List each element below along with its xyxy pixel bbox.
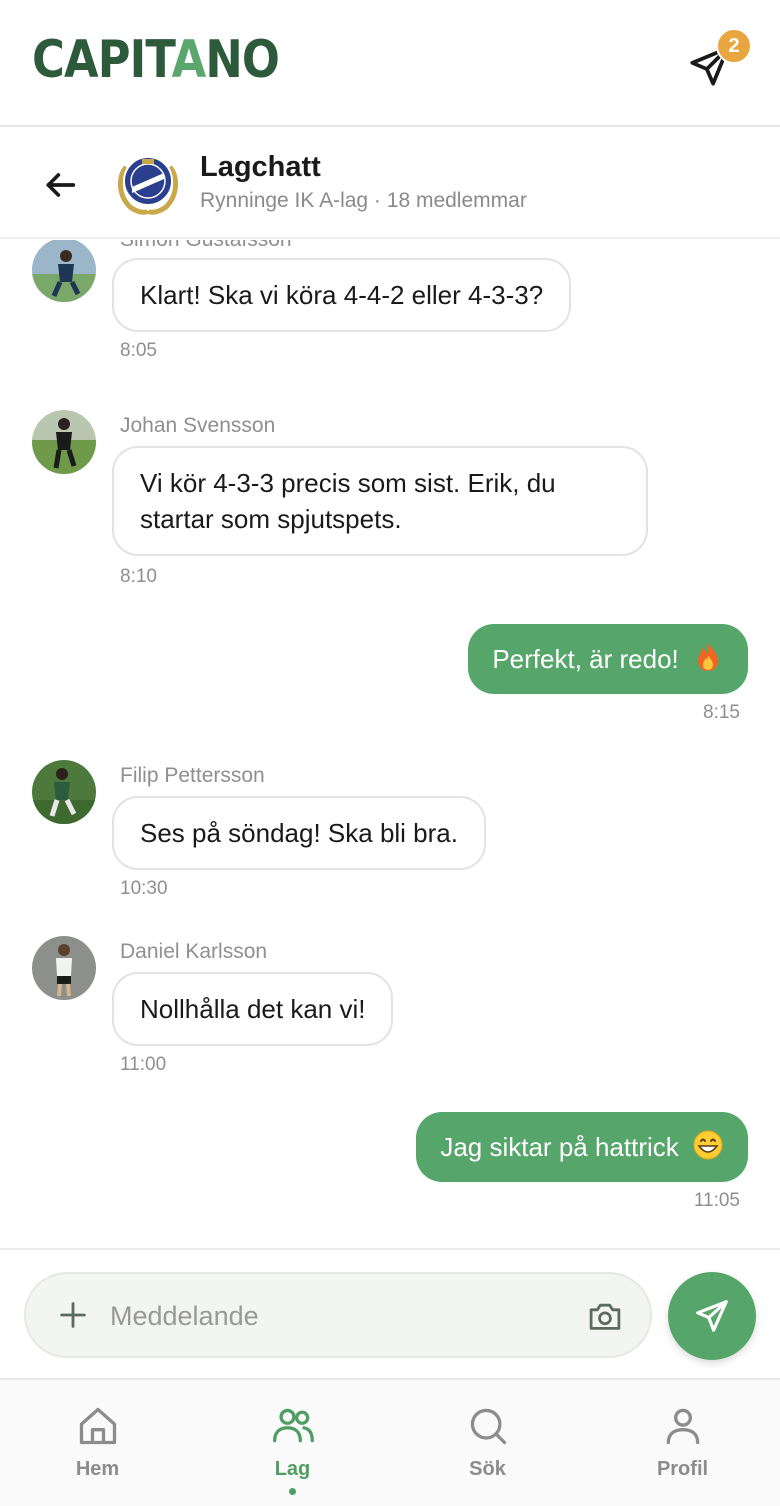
camera-button[interactable] xyxy=(586,1299,624,1338)
tab-label: Hem xyxy=(75,1458,120,1480)
send-button[interactable] xyxy=(668,1272,756,1360)
message-input[interactable] xyxy=(110,1298,570,1334)
message-bubble[interactable]: Vi kör 4-3-3 precis som sist. Erik, du s… xyxy=(112,446,648,556)
notifications-button[interactable]: 2 xyxy=(686,28,752,94)
capitano-logo[interactable]: CAPITANO xyxy=(32,30,280,90)
attach-button[interactable] xyxy=(56,1298,90,1337)
send-icon xyxy=(696,1300,728,1332)
tab-label: Profil xyxy=(656,1458,709,1480)
tab-hem[interactable]: Hem xyxy=(0,1380,195,1506)
avatar[interactable] xyxy=(32,760,96,824)
message-bubble-own[interactable]: Perfekt, är redo! xyxy=(468,624,748,694)
team-icon xyxy=(273,1408,314,1443)
chat-header: Lagchatt Rynninge IK A-lag · 18 medlemma… xyxy=(0,129,780,239)
message-time: 11:00 xyxy=(120,1054,167,1075)
fire-emoji-icon xyxy=(698,643,718,671)
message-time: 11:05 xyxy=(693,1190,740,1211)
profile-icon xyxy=(666,1408,700,1445)
sender-name: Simon Gustafsson xyxy=(120,240,292,252)
avatar[interactable] xyxy=(32,410,96,474)
tab-sok[interactable]: Sök xyxy=(390,1380,585,1506)
avatar[interactable] xyxy=(32,240,96,302)
team-crest-icon xyxy=(114,151,182,217)
message-time: 8:05 xyxy=(120,340,157,361)
avatar[interactable] xyxy=(32,936,96,1000)
grinning-emoji-icon xyxy=(693,1130,723,1160)
message-bubble[interactable]: Ses på söndag! Ska bli bra. xyxy=(112,796,486,870)
plus-icon xyxy=(60,1302,86,1328)
message-time: 8:15 xyxy=(703,702,740,723)
message-text: Perfekt, är redo! xyxy=(492,644,679,674)
arrow-left-icon xyxy=(46,173,76,197)
bottom-tab-bar: Hem Lag Sök Profil xyxy=(0,1378,780,1506)
home-icon xyxy=(79,1407,117,1445)
message-time: 10:30 xyxy=(120,878,168,899)
tab-label: Sök xyxy=(469,1458,506,1480)
message-bubble-own[interactable]: Jag siktar på hattrick xyxy=(416,1112,748,1182)
message-list[interactable]: Simon Gustafsson Klart! Ska vi köra 4-4-… xyxy=(0,240,780,1248)
search-icon xyxy=(470,1408,507,1445)
notification-badge: 2 xyxy=(716,28,752,64)
message-time: 8:10 xyxy=(120,566,157,587)
message-bubble[interactable]: Nollhålla det kan vi! xyxy=(112,972,394,1046)
message-bubble[interactable]: Klart! Ska vi köra 4-4-2 eller 4-3-3? xyxy=(112,258,572,332)
sender-name: Daniel Karlsson xyxy=(120,940,268,963)
camera-icon xyxy=(589,1303,621,1330)
sender-name: Johan Svensson xyxy=(120,414,276,437)
active-tab-indicator xyxy=(289,1488,296,1495)
app-header: CAPITANO 2 xyxy=(0,0,780,127)
message-text: Jag siktar på hattrick xyxy=(440,1132,679,1162)
chat-title: Lagchatt xyxy=(200,151,321,183)
tab-lag[interactable]: Lag xyxy=(195,1380,390,1506)
tab-profil[interactable]: Profil xyxy=(585,1380,780,1506)
tab-label: Lag xyxy=(274,1458,311,1480)
back-button[interactable] xyxy=(40,165,80,205)
message-composer xyxy=(0,1248,780,1378)
message-input-container xyxy=(24,1272,652,1358)
sender-name: Filip Pettersson xyxy=(120,764,265,787)
chat-subtitle: Rynninge IK A-lag · 18 medlemmar xyxy=(200,189,527,212)
